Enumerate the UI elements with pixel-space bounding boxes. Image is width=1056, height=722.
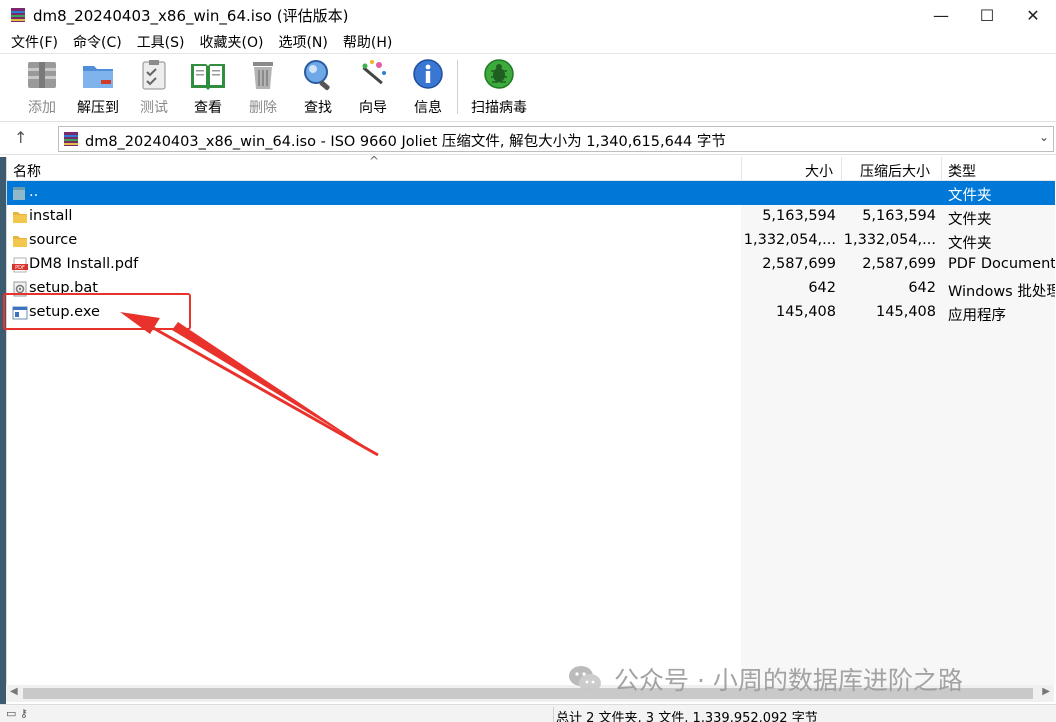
file-type: PDF Document [948, 256, 1055, 272]
folder-icon [13, 236, 27, 247]
file-type: Windows 批处理 [948, 284, 1055, 300]
find-button[interactable]: 查找 [290, 58, 346, 118]
file-packed-size: 5,163,594 [862, 208, 936, 224]
address-row: ↑ dm8_20240403_x86_win_64.iso - ISO 9660… [0, 121, 1056, 155]
file-name: source [29, 232, 78, 248]
file-size: 1,332,054,... [743, 232, 836, 248]
file-row-parent[interactable]: .. 文件夹 [7, 181, 1055, 205]
winrar-icon [11, 8, 25, 22]
parent-folder-icon [13, 187, 25, 200]
file-name: DM8 Install.pdf [29, 256, 139, 272]
archive-icon [64, 132, 78, 146]
test-button[interactable]: 测试 [126, 58, 182, 118]
folder-icon [13, 212, 27, 223]
column-name[interactable]: 名称 [13, 161, 41, 181]
scroll-right-icon[interactable]: ▶ [1042, 686, 1050, 697]
wizard-label: 向导 [359, 100, 387, 116]
file-size: 5,163,594 [762, 208, 836, 224]
close-button[interactable]: ✕ [1010, 0, 1056, 30]
file-row-pdf[interactable]: PDF DM8 Install.pdf 2,587,699 2,587,699 … [7, 253, 1055, 277]
add-label: 添加 [28, 100, 56, 116]
column-header: 名称 ^ 大小 压缩后大小 类型 [7, 154, 1055, 181]
view-button[interactable]: 查看 [180, 58, 236, 118]
delete-button[interactable]: 删除 [235, 58, 291, 118]
file-packed-size: 145,408 [876, 304, 936, 320]
file-name: install [29, 208, 73, 224]
status-key-icon[interactable]: ▭ ⚷ [6, 707, 28, 720]
magnifier-icon [304, 60, 330, 91]
file-type: 文件夹 [948, 236, 992, 252]
scroll-left-icon[interactable]: ◀ [10, 686, 18, 697]
column-separator[interactable] [741, 157, 742, 181]
file-type: 文件夹 [948, 212, 992, 228]
test-label: 测试 [140, 100, 168, 116]
file-size: 2,587,699 [762, 256, 836, 272]
column-type[interactable]: 类型 [948, 161, 976, 181]
find-label: 查找 [304, 100, 332, 116]
extract-label: 解压到 [77, 100, 119, 116]
watermark-text: 公众号 · 小周的数据库进阶之路 [614, 666, 963, 695]
menu-favorites[interactable]: 收藏夹(O) [200, 30, 264, 52]
view-label: 查看 [194, 100, 222, 116]
menu-bar: 文件(F) 命令(C) 工具(S) 收藏夹(O) 选项(N) 帮助(H) [0, 30, 1056, 52]
add-archive-icon [28, 62, 56, 88]
file-size: 145,408 [776, 304, 836, 320]
sort-caret-icon: ^ [369, 154, 380, 168]
trash-icon [253, 62, 273, 89]
clipboard-check-icon [142, 60, 166, 90]
menu-file[interactable]: 文件(F) [11, 30, 58, 52]
address-text: dm8_20240403_x86_win_64.iso - ISO 9660 J… [85, 134, 726, 150]
title-bar: dm8_20240403_x86_win_64.iso (评估版本) — ☐ ✕ [0, 0, 1056, 30]
book-icon [191, 64, 225, 90]
menu-help[interactable]: 帮助(H) [343, 30, 392, 52]
file-row-install[interactable]: install 5,163,594 5,163,594 文件夹 [7, 205, 1055, 229]
annotation-highlight-box [3, 293, 191, 330]
maximize-button[interactable]: ☐ [964, 0, 1010, 30]
menu-tools[interactable]: 工具(S) [137, 30, 185, 52]
file-packed-size: 1,332,054,... [843, 232, 936, 248]
file-size: 642 [808, 280, 836, 296]
scan-virus-label: 扫描病毒 [471, 100, 527, 116]
add-button[interactable]: 添加 [14, 58, 70, 118]
delete-label: 删除 [249, 100, 277, 116]
column-separator[interactable] [841, 157, 842, 181]
window-title: dm8_20240403_x86_win_64.iso (评估版本) [33, 7, 349, 25]
menu-options[interactable]: 选项(N) [278, 30, 327, 52]
svg-text:PDF: PDF [15, 265, 25, 271]
status-bar: ▭ ⚷ 总计 2 文件夹, 3 文件, 1,339,952,092 字节 [0, 704, 1056, 722]
file-type: 文件夹 [948, 188, 992, 204]
file-packed-size: 2,587,699 [862, 256, 936, 272]
magic-wand-icon [362, 60, 386, 85]
menu-commands[interactable]: 命令(C) [73, 30, 122, 52]
pdf-icon: PDF [12, 257, 28, 273]
file-list: 名称 ^ 大小 压缩后大小 类型 .. 文件夹 install 5,163,59… [6, 154, 1055, 685]
info-label: 信息 [414, 100, 442, 116]
virus-scan-icon [484, 59, 514, 89]
file-type: 应用程序 [948, 308, 1006, 324]
wizard-button[interactable]: 向导 [345, 58, 401, 118]
info-icon [413, 59, 443, 89]
column-size[interactable]: 大小 [805, 161, 833, 181]
address-dropdown-button[interactable]: ⌄ [1039, 130, 1049, 144]
address-bar[interactable]: dm8_20240403_x86_win_64.iso - ISO 9660 J… [58, 126, 1054, 152]
toolbar-separator [457, 60, 458, 114]
file-packed-size: 642 [908, 280, 936, 296]
column-separator[interactable] [941, 157, 942, 181]
wechat-logo-icon [569, 666, 601, 692]
status-text: 总计 2 文件夹, 3 文件, 1,339,952,092 字节 [553, 707, 818, 722]
column-packed-size[interactable]: 压缩后大小 [860, 161, 930, 181]
file-row-source[interactable]: source 1,332,054,... 1,332,054,... 文件夹 [7, 229, 1055, 253]
extract-to-button[interactable]: 解压到 [70, 58, 126, 118]
extract-folder-icon [83, 66, 113, 88]
up-folder-button[interactable]: ↑ [14, 128, 27, 147]
file-name: .. [29, 184, 39, 200]
toolbar: 添加 解压到 测试 查看 删除 查找 向导 信息 扫描病毒 [0, 53, 1056, 119]
info-button[interactable]: 信息 [400, 58, 456, 118]
watermark: 公众号 · 小周的数据库进阶之路 [568, 662, 963, 696]
minimize-button[interactable]: — [918, 0, 964, 30]
scan-virus-button[interactable]: 扫描病毒 [466, 58, 532, 118]
